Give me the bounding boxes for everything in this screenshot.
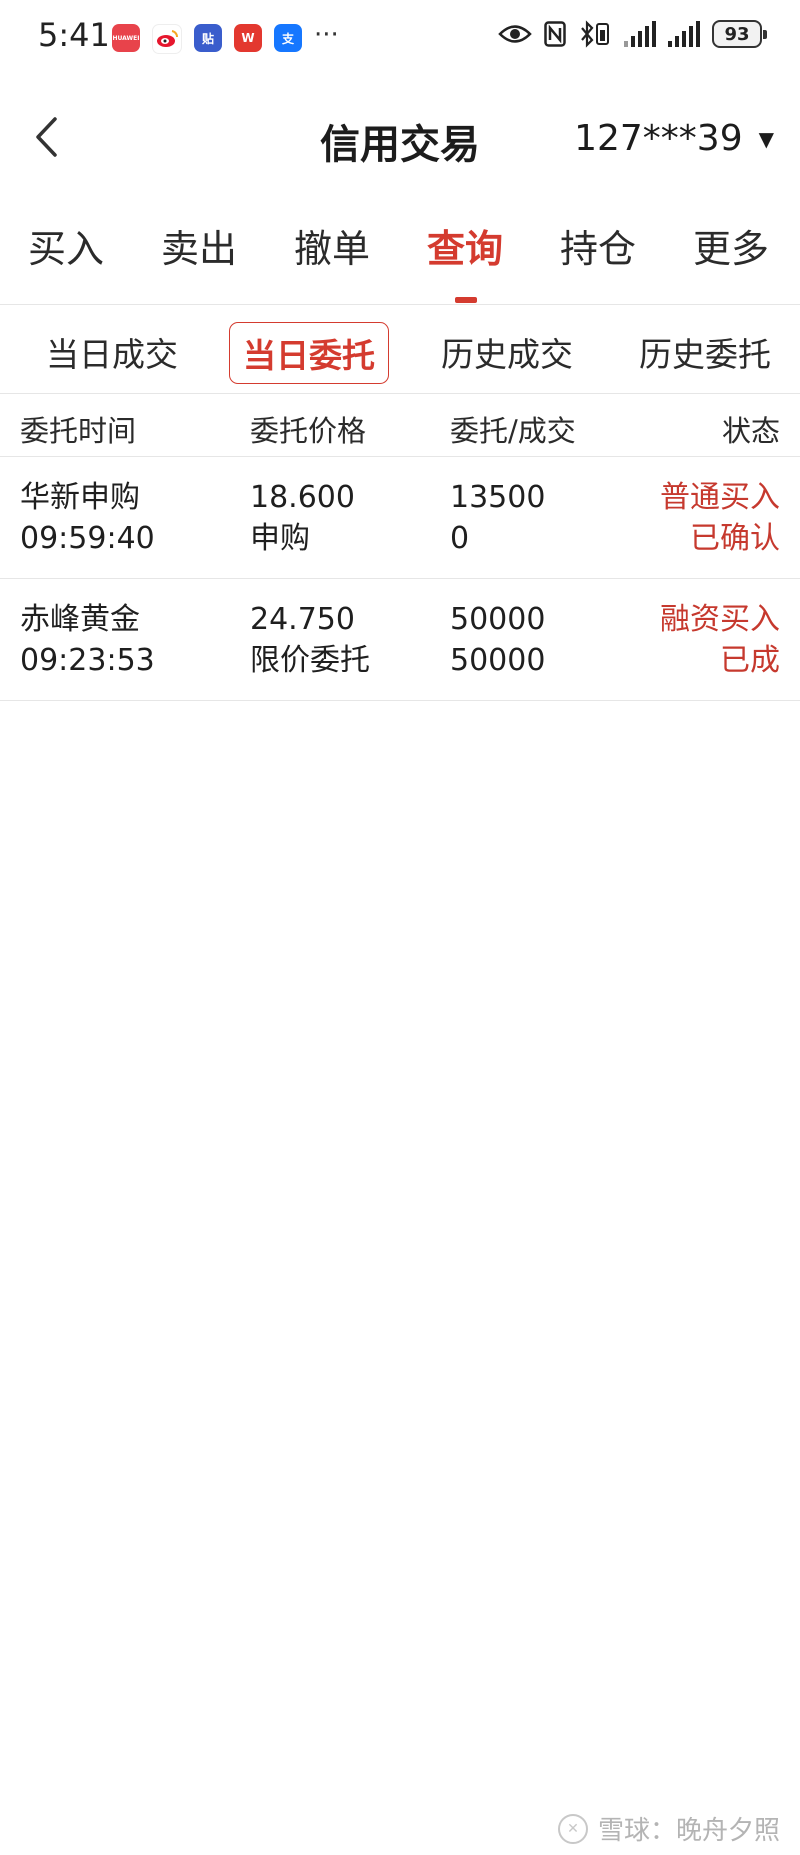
- cell-price-type: 18.600 申购: [250, 477, 355, 559]
- column-header-order-filled: 委托/成交: [450, 414, 576, 448]
- app-header: 信用交易 127***39 ▼: [0, 90, 800, 185]
- main-tabs: 买入 卖出 撤单 查询 持仓 更多: [0, 210, 800, 304]
- order-quantity: 13500: [450, 480, 546, 515]
- filled-quantity: 0: [450, 521, 470, 556]
- nfc-icon: [544, 21, 566, 47]
- tab-sell[interactable]: 卖出: [161, 218, 237, 273]
- order-type: 限价委托: [250, 643, 370, 678]
- stock-name: 华新申购: [20, 480, 140, 515]
- cell-name-time: 华新申购 09:59:40: [20, 477, 155, 559]
- table-row[interactable]: 赤峰黄金 09:23:53 24.750 限价委托 50000 50000 融资…: [0, 579, 800, 699]
- watermark: ✕ 雪球：晚舟夕照: [557, 1810, 780, 1847]
- column-header-order-price: 委托价格: [250, 414, 367, 448]
- order-status: 已成: [720, 643, 780, 678]
- trade-direction: 普通买入: [660, 480, 780, 515]
- tab-query[interactable]: 查询: [427, 218, 503, 273]
- order-status: 已确认: [690, 521, 780, 556]
- caret-down-icon: ▼: [758, 126, 774, 151]
- column-header-status: 状态: [721, 414, 780, 448]
- subtab-today-trades[interactable]: 当日成交: [46, 328, 178, 376]
- table-row[interactable]: 华新申购 09:59:40 18.600 申购 13500 0 普通买入 已确认: [0, 457, 800, 577]
- status-time: 5:41: [38, 16, 110, 54]
- bluetooth-icon: [581, 20, 609, 48]
- wps-icon: W: [234, 24, 262, 52]
- subtab-history-trades[interactable]: 历史成交: [441, 328, 573, 376]
- column-header-order-time: 委托时间: [20, 414, 137, 448]
- order-time: 09:59:40: [20, 521, 155, 556]
- more-notifications-icon: ···: [314, 20, 339, 50]
- status-indicators: 93: [498, 20, 767, 48]
- signal-strength-icon-1: [624, 21, 656, 47]
- active-tab-indicator: [455, 297, 477, 303]
- account-selector[interactable]: 127***39 ▼: [574, 118, 774, 159]
- notification-icons: HUAWEI 贴 W 支 ···: [112, 20, 339, 54]
- xueqiu-logo-icon: ✕: [557, 1813, 588, 1844]
- table-header: 委托时间 委托价格 委托/成交 状态: [0, 394, 800, 456]
- filled-quantity: 50000: [450, 643, 546, 678]
- subtab-today-orders[interactable]: 当日委托: [229, 322, 389, 384]
- cell-quantities: 50000 50000: [450, 599, 545, 681]
- cell-status: 融资买入 已成: [660, 599, 780, 681]
- divider: [0, 304, 800, 305]
- order-time: 09:23:53: [20, 643, 155, 678]
- cell-quantities: 13500 0: [450, 477, 545, 559]
- order-quantity: 50000: [450, 602, 546, 637]
- tab-positions[interactable]: 持仓: [560, 218, 636, 273]
- eye-comfort-icon: [498, 25, 532, 43]
- stock-name: 赤峰黄金: [20, 602, 140, 637]
- tab-buy[interactable]: 买入: [28, 218, 104, 273]
- status-bar: 5:41 HUAWEI 贴 W 支 ··· 93: [0, 0, 800, 80]
- tieba-icon: 贴: [194, 24, 222, 52]
- subtab-history-orders[interactable]: 历史委托: [639, 328, 771, 376]
- trade-direction: 融资买入: [660, 602, 780, 637]
- query-sub-tabs: 当日成交 当日委托 历史成交 历史委托: [0, 318, 800, 384]
- order-price: 24.750: [250, 602, 355, 637]
- account-number: 127***39: [574, 118, 743, 159]
- signal-strength-icon-2: [668, 21, 700, 47]
- order-price: 18.600: [250, 480, 355, 515]
- tab-more[interactable]: 更多: [693, 218, 769, 273]
- cell-name-time: 赤峰黄金 09:23:53: [20, 599, 155, 681]
- order-type: 申购: [250, 521, 310, 556]
- weibo-icon: [152, 24, 182, 54]
- battery-icon: 93: [712, 20, 767, 48]
- tab-cancel-order[interactable]: 撤单: [294, 218, 370, 273]
- cell-status: 普通买入 已确认: [660, 477, 780, 559]
- divider: [0, 700, 800, 701]
- huawei-appgallery-icon: HUAWEI: [112, 24, 140, 52]
- alipay-icon: 支: [274, 24, 302, 52]
- watermark-text: 雪球：晚舟夕照: [597, 1816, 780, 1846]
- cell-price-type: 24.750 限价委托: [250, 599, 370, 681]
